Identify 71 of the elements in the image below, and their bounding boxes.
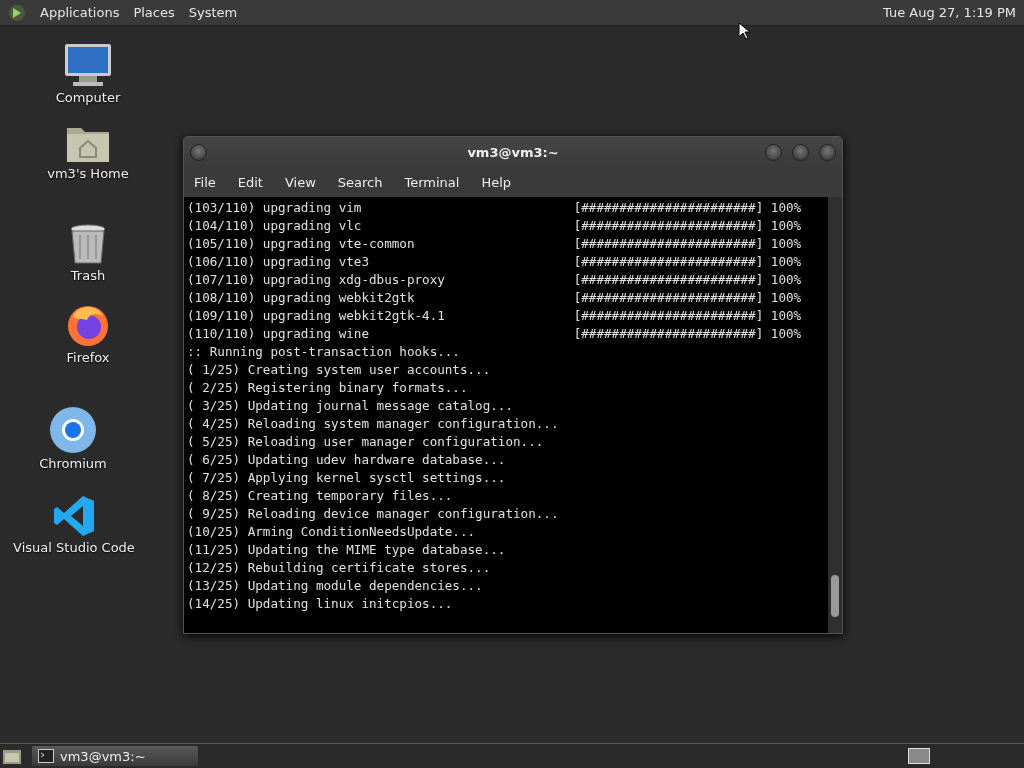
progress-text: [#######################] [573,253,764,271]
window-title: vm3@vm3:~ [467,144,559,160]
terminal-line: (11/25) Updating the MIME type database... [187,541,507,559]
panel-menu[interactable]: System [188,5,238,20]
menu-item[interactable]: Help [481,171,520,193]
terminal-line: (12/25) Rebuilding certificate stores... [187,559,492,577]
desktop-icon-label[interactable]: Visual Studio Code [13,540,135,555]
percent-text: 100% [770,325,802,343]
scrollbar[interactable] [828,197,842,633]
terminal-line: ( 5/25) Reloading user manager configuration... [187,433,545,451]
progress-text: [#######################] [573,325,764,343]
terminal-line: (104/110) upgrading vlc [187,217,363,235]
progress-text: [#######################] [573,289,764,307]
panel-menu[interactable]: Applications [40,5,120,20]
panel-menu[interactable]: Places [133,5,175,20]
percent-text: 100% [770,235,802,253]
menu-item[interactable]: Search [337,171,391,193]
window-menu-button[interactable] [190,144,207,161]
terminal-line: ( 8/25) Creating temporary files... [187,487,454,505]
terminal-line: (14/25) Updating linux initcpios... [187,595,454,613]
terminal-line: (13/25) Updating module dependencies... [187,577,484,595]
menu-item[interactable]: View [284,171,324,193]
progress-text: [#######################] [573,307,764,325]
mouse-pointer-icon [738,22,750,40]
terminal-line: (110/110) upgrading wine [187,325,370,343]
code-editor-icon [52,494,96,538]
taskbar-button[interactable]: vm3@vm3:~ [32,746,198,766]
close-button[interactable] [819,144,836,161]
terminal-line: ( 6/25) Updating udev hardware database... [187,451,507,469]
terminal-line: (103/110) upgrading vim [187,199,363,217]
desktop-icon-label[interactable]: vm3's Home [47,166,129,181]
show-desktop-icon[interactable] [2,747,22,765]
terminal-line: (105/110) upgrading vte-common [187,235,416,253]
menu-item[interactable]: Edit [237,171,271,193]
progress-text: [#######################] [573,235,764,253]
progress-text: [#######################] [573,271,764,289]
terminal-line: (107/110) upgrading xdg-dbus-proxy [187,271,446,289]
desktop-icon-label[interactable]: Firefox [66,350,110,365]
desktop-icon-label[interactable]: Chromium [39,456,107,471]
percent-text: 100% [770,289,802,307]
terminal-line: (109/110) upgrading webkit2gtk-4.1 [187,307,446,325]
chromium-icon [49,406,97,454]
desktop-icon-label[interactable]: Computer [55,90,121,105]
maximize-button[interactable] [792,144,809,161]
terminal-line: :: Running post-transaction hooks... [187,343,461,361]
menu-item[interactable]: File [194,171,224,193]
percent-text: 100% [770,253,802,271]
terminal-icon [38,749,54,763]
terminal-line: ( 2/25) Registering binary formats... [187,379,469,397]
workspace-icon[interactable] [908,748,930,764]
trash-icon [68,222,108,266]
percent-text: 100% [770,271,802,289]
terminal-line: ( 3/25) Updating journal message catalog... [187,397,515,415]
clock[interactable]: Tue Aug 27, 1:19 PM [882,5,1016,20]
minimize-button[interactable] [765,144,782,161]
terminal-line: (108/110) upgrading webkit2gtk [187,289,416,307]
terminal-line: (106/110) upgrading vte3 [187,253,370,271]
terminal-line: ( 9/25) Reloading device manager configuration... [187,505,560,523]
progress-text: [#######################] [573,199,764,217]
terminal-line: ( 4/25) Reloading system manager configuration... [187,415,560,433]
menu-item[interactable]: Terminal [404,171,468,193]
terminal-line: ( 1/25) Creating system user accounts... [187,361,492,379]
terminal-line: ( 7/25) Applying kernel sysctl settings... [187,469,507,487]
percent-text: 100% [770,199,802,217]
percent-text: 100% [770,217,802,235]
progress-text: [#######################] [573,217,764,235]
desktop-icon-label[interactable]: Trash [70,268,106,283]
percent-text: 100% [770,307,802,325]
computer-icon [63,42,113,88]
distro-logo-icon [8,3,26,22]
terminal-line: (10/25) Arming ConditionNeedsUpdate... [187,523,477,541]
